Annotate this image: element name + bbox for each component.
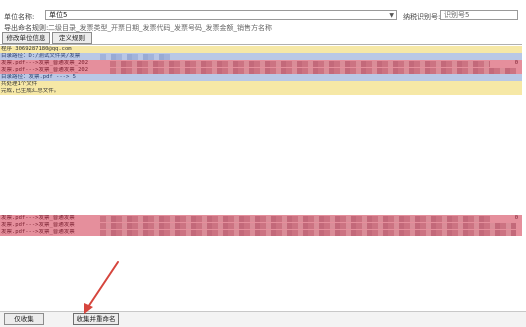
annotation-arrow-icon bbox=[84, 261, 119, 314]
